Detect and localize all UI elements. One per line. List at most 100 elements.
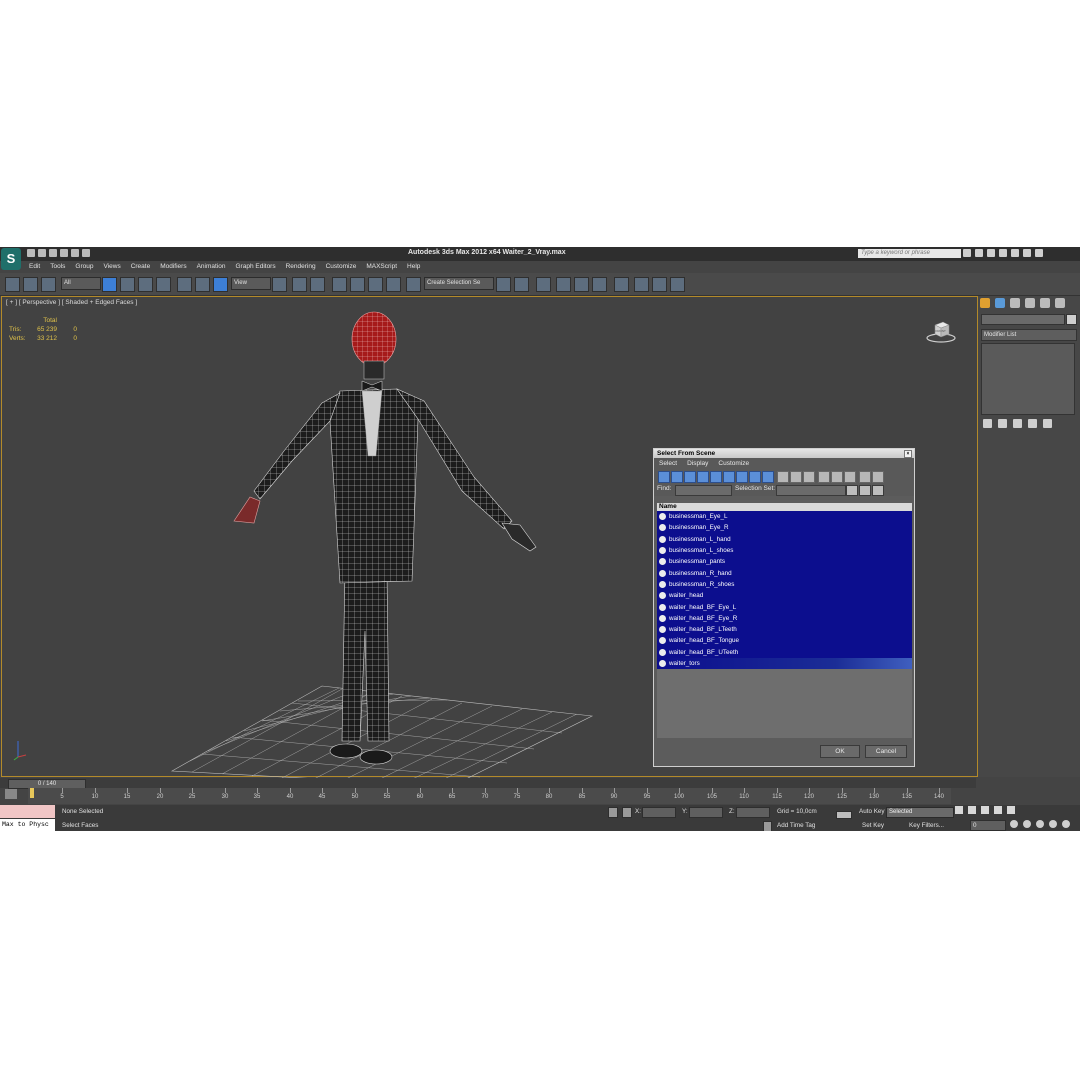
list-item[interactable]: businessman_L_shoes (657, 544, 912, 557)
keyboard-shortcut-icon[interactable] (310, 277, 325, 292)
bind-space-warp-icon[interactable] (41, 277, 56, 292)
angle-snap-icon[interactable] (350, 277, 365, 292)
snaps-toggle-icon[interactable] (332, 277, 347, 292)
render-production-icon[interactable] (670, 277, 685, 292)
material-editor-icon[interactable] (614, 277, 629, 292)
edit-set-icon[interactable] (859, 485, 871, 496)
remove-modifier-icon[interactable] (1028, 419, 1037, 428)
pivot-center-icon[interactable] (272, 277, 287, 292)
selection-filter-dropdown[interactable]: All (61, 277, 101, 290)
play-icon[interactable] (981, 806, 989, 814)
list-item[interactable]: businessman_R_hand (657, 567, 912, 579)
project-folder-icon[interactable] (82, 249, 90, 257)
list-item[interactable]: waiter_head_BF_Tongue (657, 635, 912, 647)
link-icon[interactable] (5, 277, 20, 292)
dialog-menu-display[interactable]: Display (682, 458, 713, 469)
perspective-viewport[interactable]: [ + ] [ Perspective ] [ Shaded + Edged F… (1, 296, 978, 781)
make-unique-icon[interactable] (1013, 419, 1022, 428)
list-item[interactable]: businessman_R_shoes (657, 578, 912, 591)
name-column-header[interactable]: Name (657, 503, 912, 511)
menu-graph-editors[interactable]: Graph Editors (231, 261, 281, 272)
select-all-icon[interactable] (818, 471, 830, 483)
menu-animation[interactable]: Animation (192, 261, 231, 272)
list-item[interactable]: businessman_pants (657, 556, 912, 568)
menu-create[interactable]: Create (126, 261, 156, 272)
render-setup-icon[interactable] (634, 277, 649, 292)
display-groups-icon[interactable] (736, 471, 748, 483)
time-tag-icon[interactable] (763, 821, 772, 831)
add-time-tag[interactable]: Add Time Tag (777, 822, 815, 829)
list-item[interactable]: waiter_head_BF_UTeeth (657, 646, 912, 658)
menu-group[interactable]: Group (70, 261, 98, 272)
move-icon[interactable] (177, 277, 192, 292)
unlink-icon[interactable] (23, 277, 38, 292)
select-none-icon[interactable] (831, 471, 843, 483)
auto-key-button[interactable]: Auto Key (859, 808, 885, 815)
display-all-icon[interactable] (777, 471, 789, 483)
key-filters-button[interactable]: Key Filters... (909, 822, 944, 829)
viewport-label[interactable]: [ + ] [ Perspective ] [ Shaded + Edged F… (6, 299, 137, 306)
delete-set-icon[interactable] (872, 485, 884, 496)
display-shapes-icon[interactable] (671, 471, 683, 483)
x-coordinate-field[interactable] (642, 807, 676, 818)
menu-maxscript[interactable]: MAXScript (361, 261, 402, 272)
display-geometry-icon[interactable] (658, 471, 670, 483)
list-item[interactable]: waiter_head (657, 590, 912, 602)
list-item[interactable]: waiter_head_BF_Eye_R (657, 612, 912, 624)
selection-set-dropdown[interactable] (776, 485, 846, 496)
rectangular-selection-icon[interactable] (138, 277, 153, 292)
show-end-result-icon[interactable] (998, 419, 1007, 428)
list-item[interactable]: businessman_Eye_R (657, 522, 912, 534)
time-slider[interactable]: 0 / 140 (0, 778, 976, 789)
3ds-max-logo[interactable]: S (1, 248, 21, 270)
display-xrefs-icon[interactable] (749, 471, 761, 483)
curve-editor-icon[interactable] (574, 277, 589, 292)
utilities-tab-icon[interactable] (1055, 298, 1065, 308)
object-name-field[interactable] (981, 314, 1065, 325)
dialog-menu-customize[interactable]: Customize (713, 458, 754, 469)
graphite-ribbon-icon[interactable] (556, 277, 571, 292)
select-by-name-icon[interactable] (120, 277, 135, 292)
modify-tab-icon[interactable] (995, 298, 1005, 308)
current-frame-field[interactable]: 0 (970, 820, 1006, 831)
display-lights-icon[interactable] (684, 471, 696, 483)
modifier-list-dropdown[interactable]: Modifier List (981, 329, 1077, 341)
redo-icon[interactable] (71, 249, 79, 257)
dialog-menu-select[interactable]: Select (654, 458, 682, 469)
align-icon[interactable] (514, 277, 529, 292)
list-item[interactable]: waiter_head_BF_LTeeth (657, 623, 912, 636)
minimize-icon[interactable] (1011, 249, 1019, 257)
favorites-star-icon[interactable] (987, 249, 995, 257)
percent-snap-icon[interactable] (368, 277, 383, 292)
lock-selection-icon[interactable] (608, 807, 618, 818)
subscription-icon[interactable] (975, 249, 983, 257)
absolute-mode-icon[interactable] (622, 807, 632, 818)
spinner-snap-icon[interactable] (386, 277, 401, 292)
undo-icon[interactable] (60, 249, 68, 257)
display-cameras-icon[interactable] (697, 471, 709, 483)
object-color-swatch[interactable] (1066, 314, 1077, 325)
search-input[interactable]: Type a keyword or phrase (858, 249, 961, 258)
open-file-icon[interactable] (38, 249, 46, 257)
list-item[interactable]: waiter_head_BF_Eye_L (657, 601, 912, 613)
display-none-icon[interactable] (790, 471, 802, 483)
menu-tools[interactable]: Tools (45, 261, 70, 272)
menu-help[interactable]: Help (402, 261, 425, 272)
set-key-button[interactable]: Set Key (862, 822, 884, 829)
previous-frame-icon[interactable] (968, 806, 976, 814)
named-selection-dropdown[interactable]: Create Selection Se (424, 277, 494, 290)
configure-modifier-sets-icon[interactable] (1043, 419, 1052, 428)
next-frame-icon[interactable] (994, 806, 1002, 814)
edit-named-selection-icon[interactable] (406, 277, 421, 292)
orbit-icon[interactable] (1036, 820, 1044, 828)
close-icon[interactable] (1035, 249, 1043, 257)
zoom-all-icon[interactable] (1023, 820, 1031, 828)
z-coordinate-field[interactable] (736, 807, 770, 818)
select-invert-icon[interactable] (844, 471, 856, 483)
filter-icon[interactable] (859, 471, 871, 483)
schematic-view-icon[interactable] (592, 277, 607, 292)
go-to-end-icon[interactable] (1007, 806, 1015, 814)
ok-button[interactable]: OK (820, 745, 860, 758)
motion-tab-icon[interactable] (1025, 298, 1035, 308)
create-tab-icon[interactable] (980, 298, 990, 308)
